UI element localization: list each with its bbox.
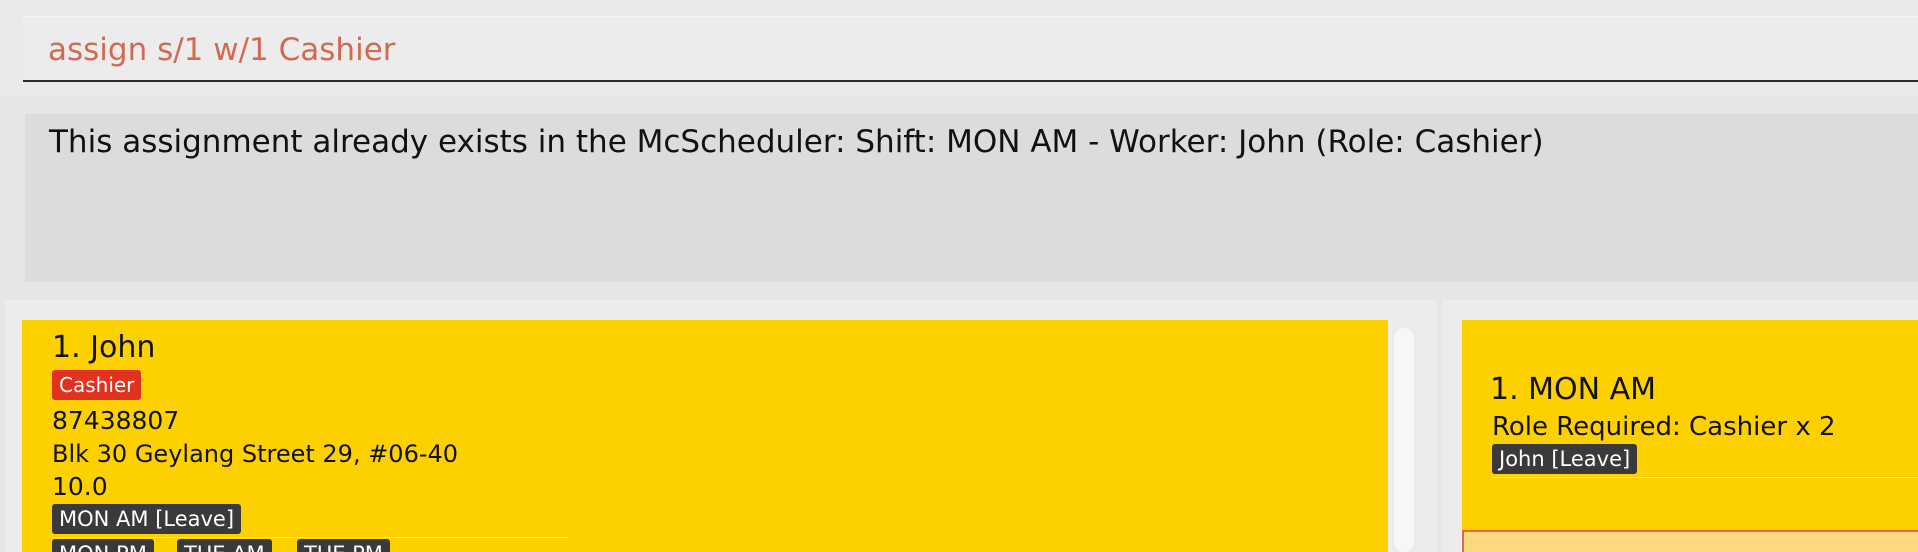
worker-phone: 87438807 [52, 406, 180, 435]
worker-card[interactable]: 1. John Cashier 87438807 Blk 30 Geylang … [22, 320, 1388, 552]
result-display: This assignment already exists in the Mc… [25, 114, 1918, 282]
command-input[interactable]: assign s/1 w/1 Cashier [23, 16, 1918, 82]
worker-divider [52, 537, 568, 538]
worker-pay: 10.0 [52, 472, 108, 501]
worker-list-scrollbar[interactable] [1394, 328, 1414, 552]
shift-divider [1492, 477, 1918, 478]
shift-role-required: Role Required: Cashier x 2 [1492, 412, 1836, 442]
shift-name: 1. MON AM [1490, 372, 1657, 407]
shift-assignment-tag: John [Leave] [1492, 444, 1638, 474]
worker-name: 1. John [52, 330, 156, 365]
worker-address: Blk 30 Geylang Street 29, #06-40 [52, 440, 459, 468]
worker-availability-tag: MON PM [52, 539, 154, 552]
result-message: This assignment already exists in the Mc… [49, 124, 1544, 160]
worker-role-tag: Cashier [52, 370, 142, 400]
shift-card[interactable]: 1. MON AM Role Required: Cashier x 2 Joh… [1462, 320, 1918, 530]
worker-leave-tag: MON AM [Leave] [52, 504, 242, 534]
shift-card-selected[interactable] [1462, 530, 1918, 552]
worker-availability-tag: TUE AM [177, 539, 272, 552]
worker-availability-tag: TUE PM [297, 539, 390, 552]
